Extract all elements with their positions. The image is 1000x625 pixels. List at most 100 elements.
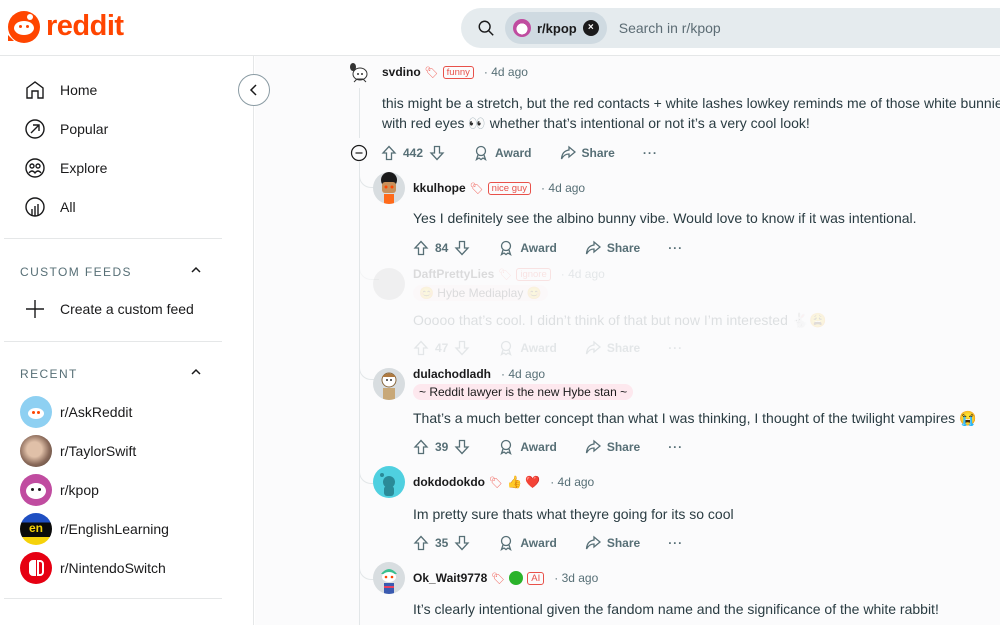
share-button[interactable]: Share [585,535,640,551]
all-chart-icon [25,197,45,217]
comment-actions: 84 Award Share ··· [413,237,683,259]
search-input[interactable] [618,20,919,36]
recent-item-englishlearning[interactable]: en r/EnglishLearning [20,513,169,545]
recent-item-label: r/EnglishLearning [60,521,169,537]
avatar[interactable] [373,562,405,594]
sidebar-item-label: All [60,199,76,215]
share-button[interactable]: Share [585,439,640,455]
comment-body-line: with red eyes 👀 whether that’s intention… [382,115,810,131]
share-icon [585,340,601,355]
comment-timestamp: · 4d ago [483,65,528,79]
more-options-button[interactable]: ··· [668,341,683,355]
tag-icon: 🏷 [498,268,513,281]
tag-icon: 🏷 [489,476,503,489]
user-flair: nice guy [487,181,532,195]
home-icon [26,81,44,99]
comment-username[interactable]: Ok_Wait9778 [413,571,487,585]
chevron-left-icon [249,84,257,96]
comment: Ok_Wait9778 🏷 AI · 3d ago [413,568,598,588]
award-icon [500,439,513,455]
downvote-icon[interactable] [454,439,470,455]
sidebar-item-home[interactable]: Home [24,79,97,101]
share-label: Share [581,146,615,160]
reddit-logo[interactable]: reddit [8,10,124,43]
comment-username[interactable]: svdino [382,65,421,79]
timestamp-text: 4d ago [568,267,605,281]
emoji-badges: 👍 ❤️ [506,475,541,489]
comment-thread: svdino 🏷 funny · 4d ago this might be a … [255,56,1000,625]
comment-username[interactable]: DaftPrettyLies [413,267,494,281]
avatar[interactable] [373,368,405,400]
create-custom-feed-button[interactable]: Create a custom feed [24,298,194,320]
sidebar-item-label: Popular [60,121,109,137]
comment-actions: 442 Award Share ··· [381,142,658,164]
upvote-icon[interactable] [413,240,429,256]
sidebar-item-explore[interactable]: Explore [24,157,107,179]
kpop-avatar-icon [20,474,52,506]
downvote-icon[interactable] [454,240,470,256]
vote-count: 39 [435,440,449,454]
chevron-up-icon[interactable] [189,365,203,379]
thread-line[interactable] [359,88,360,138]
comment-timestamp: · 4d ago [550,475,595,489]
comment-username[interactable]: dulachodladh [413,367,491,381]
custom-feeds-heading[interactable]: CUSTOM FEEDS [20,265,132,279]
upvote-icon[interactable] [413,340,429,356]
recent-heading[interactable]: RECENT [20,367,78,381]
comment: kkulhope 🏷 nice guy · 4d ago [413,178,585,198]
askreddit-avatar-icon [20,396,52,428]
downvote-icon[interactable] [429,145,445,161]
collapse-thread-icon[interactable] [350,144,368,162]
share-label: Share [606,440,641,454]
award-button[interactable]: Award [498,240,557,256]
more-options-button[interactable]: ··· [668,241,683,255]
upvote-icon[interactable] [413,439,429,455]
upvote-icon[interactable] [381,145,397,161]
close-icon[interactable]: × [582,20,599,36]
avatar[interactable] [373,268,405,300]
award-button[interactable]: Award [498,340,557,356]
award-button[interactable]: Award [473,145,532,161]
user-flair-badge: 😊 Hybe Mediaplay 😊 [413,285,548,301]
award-button[interactable]: Award [498,439,557,455]
more-options-button[interactable]: ··· [668,440,683,454]
share-button[interactable]: Share [560,145,615,161]
subreddit-filter-chip[interactable]: r/kpop × [505,12,607,44]
upvote-icon[interactable] [413,535,429,551]
downvote-icon[interactable] [454,340,470,356]
comment-username[interactable]: dokdodokdo [413,475,485,489]
green-circle-icon [509,571,524,585]
sidebar-item-label: Explore [60,160,108,176]
vote-count: 84 [435,241,449,255]
search-bar[interactable]: r/kpop × [461,8,1000,48]
chevron-up-icon[interactable] [189,263,203,277]
avatar[interactable] [373,172,405,204]
more-options-button[interactable]: ··· [668,536,683,550]
collapse-sidebar-button[interactable] [238,74,270,106]
recent-item-nintendoswitch[interactable]: r/NintendoSwitch [20,552,166,584]
vote-count: 35 [435,536,449,550]
award-icon [500,240,513,256]
award-button[interactable]: Award [498,535,557,551]
comment-body: Yes I definitely see the albino bunny vi… [413,210,917,226]
more-options-button[interactable]: ··· [643,146,658,160]
user-flair: AI [527,571,545,585]
recent-item-taylorswift[interactable]: r/TaylorSwift [20,435,136,467]
share-button[interactable]: Share [585,240,640,256]
share-icon [560,145,576,160]
sidebar-item-all[interactable]: All [24,196,76,218]
timestamp-text: 4d ago [557,475,595,489]
sidebar-item-popular[interactable]: Popular [24,118,108,140]
recent-item-askreddit[interactable]: r/AskReddit [20,396,132,428]
share-label: Share [606,241,641,255]
explore-people-icon [25,158,45,178]
avatar[interactable] [345,60,373,88]
recent-item-kpop[interactable]: r/kpop [20,474,99,506]
award-label: Award [520,536,557,550]
comment-username[interactable]: kkulhope [413,181,466,195]
downvote-icon[interactable] [454,535,470,551]
share-button[interactable]: Share [585,340,640,356]
search-icon [478,20,494,36]
recent-item-label: r/AskReddit [60,404,133,420]
avatar[interactable] [373,466,405,498]
